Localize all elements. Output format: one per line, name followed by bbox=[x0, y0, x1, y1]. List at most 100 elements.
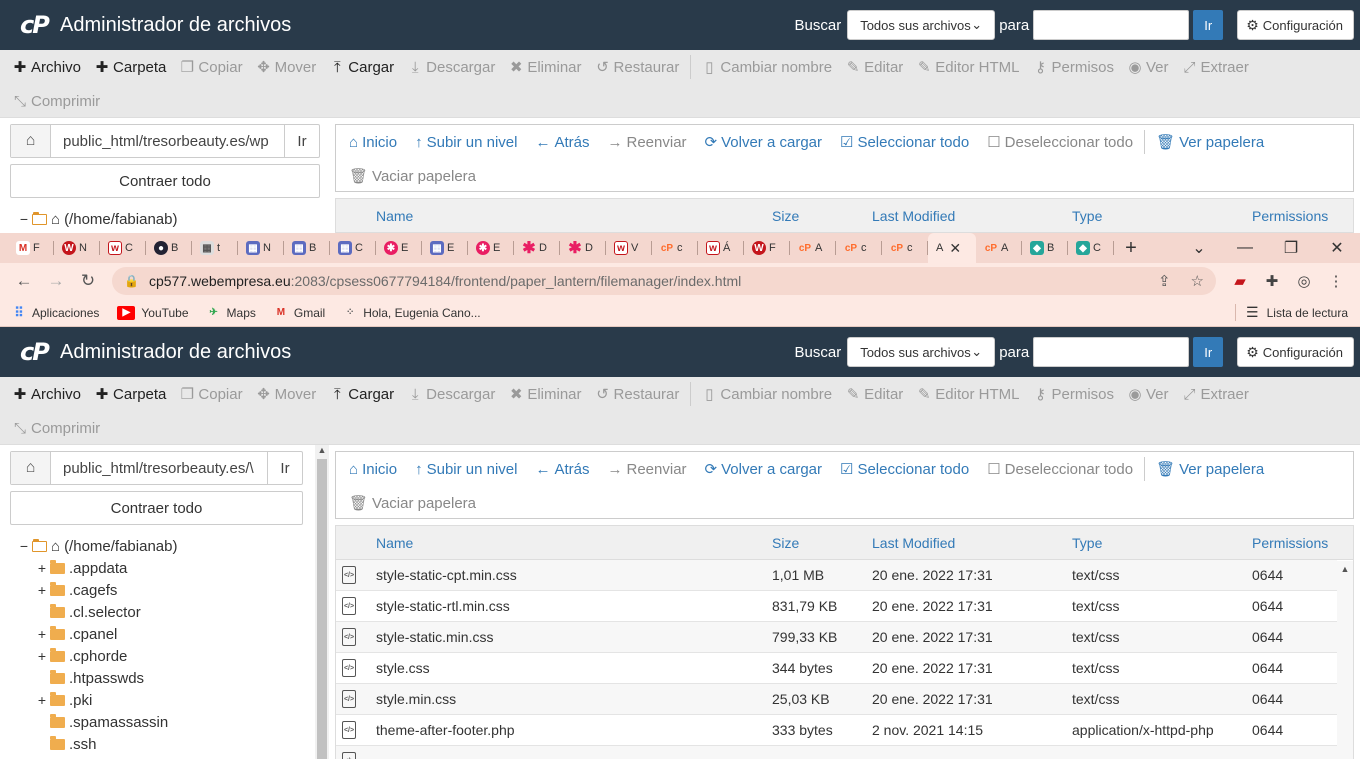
tree-item[interactable]: .cl.selector bbox=[10, 601, 303, 623]
header-type[interactable]: Type bbox=[1072, 208, 1252, 224]
tree-item[interactable]: + .cpanel bbox=[10, 623, 303, 645]
path-go-button[interactable]: Ir bbox=[284, 125, 319, 157]
home-icon[interactable]: ⌂ bbox=[11, 452, 51, 484]
tree-item[interactable]: + .pki bbox=[10, 689, 303, 711]
header-size[interactable]: Size bbox=[772, 535, 872, 551]
move-button[interactable]: ✥ Mover bbox=[250, 377, 324, 411]
browser-tab[interactable]: ✱ E bbox=[468, 233, 514, 263]
html-editor-button[interactable]: ✎ Editor HTML bbox=[910, 50, 1026, 84]
table-row[interactable]: </> style-static-cpt.min.css 1,01 MB 20 ene… bbox=[336, 560, 1337, 591]
tree-root[interactable]: − ⌂ (/home/fabianab) bbox=[10, 535, 303, 557]
search-input[interactable] bbox=[1033, 337, 1190, 367]
search-go-button[interactable]: Ir bbox=[1193, 337, 1224, 367]
maximize-icon[interactable]: ❐ bbox=[1268, 233, 1314, 263]
search-scope-select[interactable]: Todos sus archivos ⌄ bbox=[847, 10, 996, 40]
browser-tab[interactable]: ◆ C bbox=[1068, 233, 1114, 263]
reload-button[interactable]: ⟳ Volver a cargar bbox=[696, 452, 831, 486]
bookmark-gmail[interactable]: M Gmail bbox=[274, 306, 326, 320]
search-input[interactable] bbox=[1033, 10, 1190, 40]
scroll-up-icon[interactable]: ▲ bbox=[1337, 564, 1353, 574]
restore-button[interactable]: ↺ Restaurar bbox=[589, 377, 687, 411]
header-type[interactable]: Type bbox=[1072, 535, 1252, 551]
tree-item[interactable]: + .cphorde bbox=[10, 645, 303, 667]
path-go-button[interactable]: Ir bbox=[267, 452, 302, 484]
tree-item[interactable]: .ssh bbox=[10, 733, 303, 755]
upload-button[interactable]: ⤒ Cargar bbox=[323, 50, 401, 84]
tab-search-icon[interactable]: ⌄ bbox=[1176, 233, 1222, 263]
browser-tab[interactable]: ✱ D bbox=[560, 233, 606, 263]
permissions-button[interactable]: ⚷ Permisos bbox=[1026, 50, 1121, 84]
settings-button[interactable]: ⚙ Configuración bbox=[1237, 10, 1354, 40]
reload-button[interactable]: ⟳ Volver a cargar bbox=[696, 125, 831, 159]
bookmark-hola[interactable]: ⁘ Hola, Eugenia Cano... bbox=[343, 306, 481, 320]
compress-button[interactable]: ⤡ Comprimir bbox=[6, 84, 107, 118]
upload-button[interactable]: ⤒ Cargar bbox=[323, 377, 401, 411]
forward-button[interactable]: → Reenviar bbox=[599, 452, 696, 486]
table-row[interactable]: </> style-static.min.css 799,33 KB 20 ene. … bbox=[336, 622, 1337, 653]
profile-avatar[interactable]: ◎ bbox=[1288, 272, 1320, 290]
table-scrollbar[interactable]: ▲ bbox=[1337, 561, 1353, 759]
table-row[interactable]: </> style-static-rtl.min.css 831,79 KB 20 e… bbox=[336, 591, 1337, 622]
collapse-all-button[interactable]: Contraer todo bbox=[10, 491, 303, 525]
select-all-button[interactable]: ☑ Seleccionar todo bbox=[831, 125, 978, 159]
table-row[interactable]: </> style.css 344 bytes 20 ene. 2022 17:31 t… bbox=[336, 653, 1337, 684]
table-row[interactable]: </> style.min.css 25,03 KB 20 ene. 2022 17:… bbox=[336, 684, 1337, 715]
browser-tab[interactable]: WN bbox=[54, 233, 100, 263]
view-button[interactable]: ◉ Ver bbox=[1121, 50, 1176, 84]
home-button[interactable]: ⌂ Inicio bbox=[340, 452, 406, 486]
tree-item[interactable]: + .appdata bbox=[10, 557, 303, 579]
tree-item[interactable]: + .cagefs bbox=[10, 579, 303, 601]
view-trash-button[interactable]: 🗑 Ver papelera bbox=[1147, 452, 1273, 486]
copy-button[interactable]: ❐ Copiar bbox=[173, 50, 249, 84]
html-editor-button[interactable]: ✎ Editor HTML bbox=[910, 377, 1026, 411]
browser-tab[interactable]: ▦ C bbox=[330, 233, 376, 263]
new-folder-button[interactable]: ✚ Carpeta bbox=[88, 50, 173, 84]
star-icon[interactable]: ☆ bbox=[1191, 272, 1204, 290]
tree-scrollbar[interactable]: ▲ bbox=[315, 445, 329, 759]
rename-button[interactable]: ▯ Cambiar nombre bbox=[695, 50, 839, 84]
bookmark-maps[interactable]: ✈ Maps bbox=[207, 306, 256, 320]
new-folder-button[interactable]: ✚ Carpeta bbox=[88, 377, 173, 411]
edit-button[interactable]: ✎ Editar bbox=[839, 50, 910, 84]
table-row-partial[interactable]: </> bbox=[336, 746, 1337, 759]
back-arrow-icon[interactable]: ← bbox=[8, 271, 40, 291]
browser-tab[interactable]: ◆ B bbox=[1022, 233, 1068, 263]
new-tab-button[interactable]: + bbox=[1114, 233, 1148, 263]
download-button[interactable]: ⤓ Descargar bbox=[401, 377, 502, 411]
header-name[interactable]: Name bbox=[376, 535, 772, 551]
tree-item[interactable]: .spamassassin bbox=[10, 711, 303, 733]
browser-tab[interactable]: cP c bbox=[652, 233, 698, 263]
browser-tab[interactable]: ✱ E bbox=[376, 233, 422, 263]
forward-button[interactable]: → Reenviar bbox=[599, 125, 696, 159]
edit-button[interactable]: ✎ Editar bbox=[839, 377, 910, 411]
reload-icon[interactable]: ↻ bbox=[72, 271, 104, 291]
header-name[interactable]: Name bbox=[376, 208, 772, 224]
compress-button[interactable]: ⤡ Comprimir bbox=[6, 411, 107, 445]
select-all-button[interactable]: ☑ Seleccionar todo bbox=[831, 452, 978, 486]
new-file-button[interactable]: ✚ Archivo bbox=[6, 50, 88, 84]
browser-tab[interactable]: ▦ E bbox=[422, 233, 468, 263]
share-icon[interactable]: ⇪ bbox=[1158, 272, 1171, 290]
bookmark-youtube[interactable]: ▶ YouTube bbox=[117, 305, 189, 320]
header-modified[interactable]: Last Modified bbox=[872, 208, 1072, 224]
browser-tab[interactable]: cP c bbox=[836, 233, 882, 263]
close-window-icon[interactable]: ✕ bbox=[1314, 233, 1360, 263]
back-button[interactable]: ← Atrás bbox=[526, 125, 598, 159]
browser-tab[interactable]: ● B bbox=[146, 233, 192, 263]
download-button[interactable]: ⤓ Descargar bbox=[401, 50, 502, 84]
browser-tab[interactable]: ✱ D bbox=[514, 233, 560, 263]
browser-tab[interactable]: ▦ t bbox=[192, 233, 238, 263]
rename-button[interactable]: ▯ Cambiar nombre bbox=[695, 377, 839, 411]
puzzle-icon[interactable]: ✚ bbox=[1256, 272, 1288, 290]
home-icon[interactable]: ⌂ bbox=[11, 125, 51, 157]
header-permissions[interactable]: Permissions bbox=[1252, 208, 1353, 224]
table-row[interactable]: </> theme-after-footer.php 333 bytes 2 nov.… bbox=[336, 715, 1337, 746]
header-modified[interactable]: Last Modified bbox=[872, 535, 1072, 551]
permissions-button[interactable]: ⚷ Permisos bbox=[1026, 377, 1121, 411]
browser-tab[interactable]: MF bbox=[8, 233, 54, 263]
path-input[interactable]: public_html/tresorbeauty.es/wp bbox=[51, 125, 284, 157]
scroll-up-icon[interactable]: ▲ bbox=[315, 445, 329, 455]
back-button[interactable]: ← Atrás bbox=[526, 452, 598, 486]
reading-list-button[interactable]: ☰ Lista de lectura bbox=[1235, 304, 1348, 321]
tree-item[interactable]: .htpasswds bbox=[10, 667, 303, 689]
